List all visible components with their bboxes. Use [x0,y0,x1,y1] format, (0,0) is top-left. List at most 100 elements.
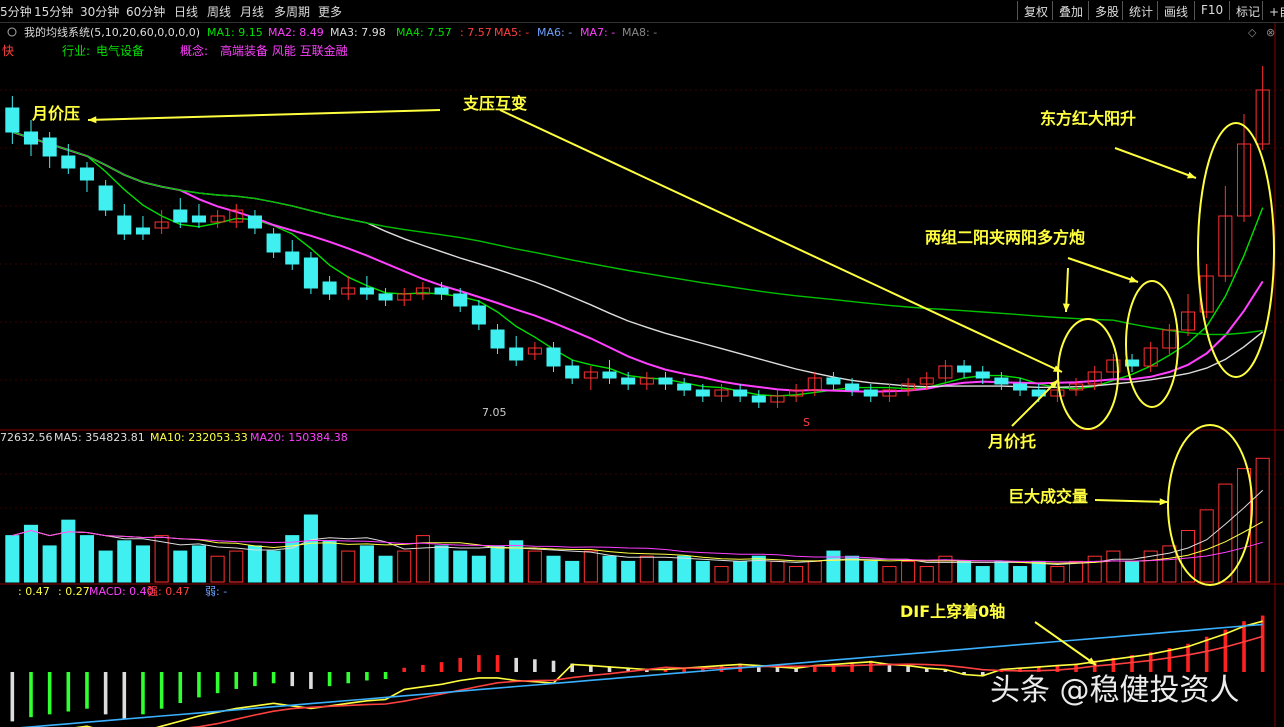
macd-bar [122,672,127,719]
volume-bar [509,540,524,583]
candle [5,96,20,144]
macd-bar [271,672,276,684]
macd-bar [1167,648,1172,672]
volume-bar [695,560,710,583]
candle [733,384,748,402]
macd-bar [85,672,89,709]
volume-bar [901,560,916,583]
candle-body [378,293,393,301]
volume-bar [397,550,412,583]
volume-bar [1236,468,1252,583]
volume-bar [61,519,76,583]
macd-bar [365,672,369,681]
candle-body [135,227,150,235]
volume-bar [994,560,1009,583]
volume-pane [5,457,1270,583]
period-tab-3[interactable]: 60分钟 [126,3,165,20]
period-tab-4[interactable]: 日线 [174,3,198,20]
volume-bar [341,550,356,583]
candle [658,372,673,390]
candle [901,378,916,396]
period-tab-6[interactable]: 月线 [240,3,264,20]
volume-bar [639,555,654,583]
macd-bar [402,667,407,672]
macd-bar [215,672,220,694]
candle [1162,324,1177,354]
candle-body [863,389,878,397]
tool-button-3[interactable]: 统计 [1122,1,1159,20]
candle [602,360,617,384]
volume-bar [1050,566,1065,583]
candle [1013,378,1028,396]
candle [751,390,766,408]
period-tab-8[interactable]: 更多 [318,3,342,20]
volume-bar [1013,566,1028,583]
period-tab-7[interactable]: 多周期 [274,3,310,20]
macd-bar [551,660,556,672]
grid [0,22,1284,727]
period-tab-2[interactable]: 30分钟 [80,3,119,20]
tool-button-1[interactable]: 叠加 [1052,1,1089,20]
macd-bar [159,672,164,709]
highlight-ellipse [1167,424,1253,586]
candle-body [247,215,262,229]
candle-body [23,131,39,145]
arrow-head [1129,275,1138,283]
period-tab-5[interactable]: 周线 [207,3,231,20]
volume-bar [789,566,804,583]
period-tab-0[interactable]: 5分钟 [0,3,32,20]
candle-body [509,347,524,361]
candle [303,252,318,294]
macd-pane [10,615,1265,727]
candle [266,228,281,258]
arrow-line [499,109,1063,373]
macd-bar [439,662,444,672]
macd-bar [477,655,481,672]
tool-button-7[interactable]: +自 [1262,1,1284,20]
candle [863,384,878,402]
candle-body [453,293,468,307]
candle [1255,66,1270,150]
volume-bar [621,560,636,583]
candle-body [975,371,990,379]
tool-button-6[interactable]: 标记 [1229,1,1266,20]
macd-bar [495,655,500,672]
arrow-head [1159,498,1168,506]
volume-bar [79,535,95,583]
arrow-line [1067,257,1139,283]
candle [23,120,39,156]
macd-bar [10,672,15,722]
candle [42,132,57,168]
volume-bar [714,566,729,583]
candle-body [359,287,374,295]
candle-body [61,155,76,169]
candle [285,240,300,270]
tool-button-2[interactable]: 多股 [1088,1,1125,20]
tool-button-5[interactable]: F10 [1194,1,1229,20]
volume-bar [658,560,673,583]
highlight-ellipse [1197,122,1275,378]
period-tab-1[interactable]: 15分钟 [34,3,73,20]
chart-canvas [0,22,1284,727]
macd-bar [309,672,313,689]
volume-bar [1106,550,1121,583]
macd-bar [1223,629,1228,672]
candle-body [303,257,318,289]
macd-bar [327,672,332,687]
volume-bar [247,545,262,583]
macd-bar [346,672,351,684]
candle [415,282,430,300]
period-toolbar: 5分钟 15分钟 30分钟 60分钟 日线 周线 月线 多周期 更多 复权 叠加 多股 统计 画线 F10 标… [0,0,1284,23]
candle [173,198,188,228]
volume-bar [117,540,132,583]
macd-bar [47,672,52,715]
volume-bar [490,545,505,583]
candle-body [733,389,748,397]
macd-bar [29,672,33,718]
candle [770,390,785,408]
candle-body [434,287,449,295]
tool-button-4[interactable]: 画线 [1157,1,1194,20]
candle [994,372,1009,390]
candle-body [98,185,113,211]
tool-button-0[interactable]: 复权 [1017,1,1054,20]
